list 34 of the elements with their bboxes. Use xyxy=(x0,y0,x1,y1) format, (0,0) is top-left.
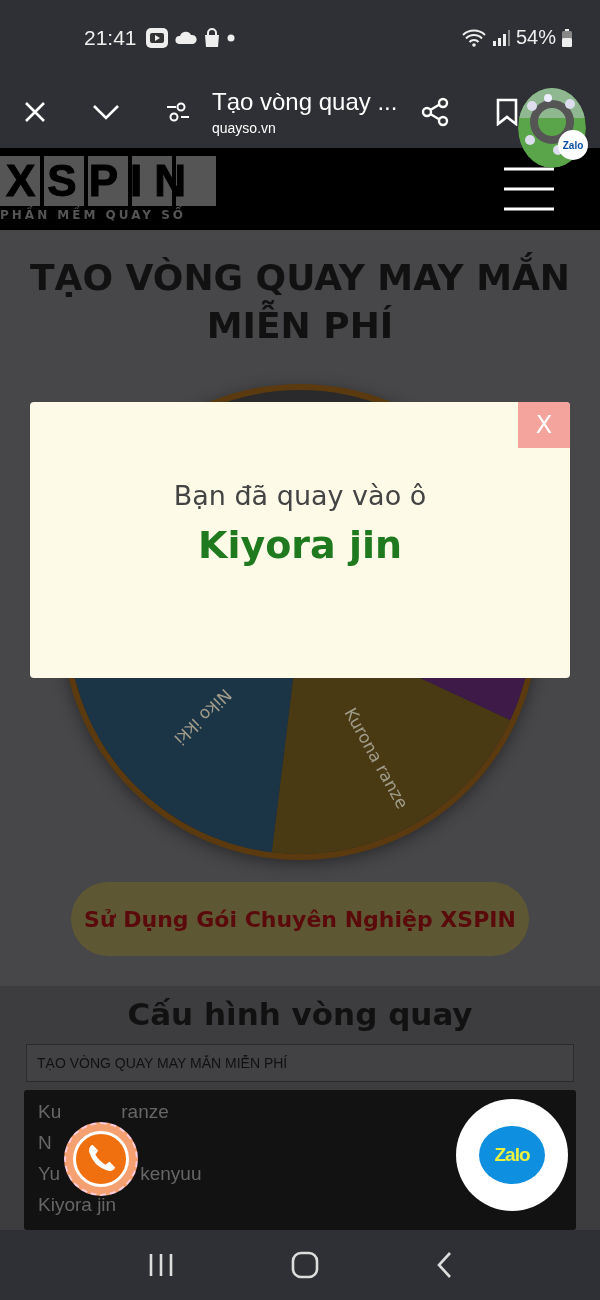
url-text: quayso.vn xyxy=(212,119,277,136)
signal-icon xyxy=(491,28,510,47)
back-icon[interactable] xyxy=(435,1251,452,1279)
share-icon[interactable] xyxy=(420,96,450,127)
home-icon[interactable] xyxy=(291,1251,319,1279)
battery-icon xyxy=(562,28,572,47)
settings-sliders-icon[interactable] xyxy=(166,100,190,123)
video-app-icon xyxy=(144,26,169,49)
entry-text: N xyxy=(38,1131,52,1155)
phone-icon xyxy=(73,1131,129,1187)
entry-text: Kiyora jin xyxy=(38,1193,117,1217)
entry-text: Ku xyxy=(38,1100,62,1124)
close-button[interactable]: X xyxy=(518,402,570,448)
chevron-down-icon[interactable] xyxy=(92,103,120,120)
entry-text: kenyuu xyxy=(140,1162,202,1186)
page-title-text: Tạo vòng quay ... xyxy=(212,87,399,116)
menu-icon[interactable] xyxy=(502,167,556,211)
recent-apps-icon[interactable] xyxy=(148,1253,175,1277)
bookmark-icon[interactable] xyxy=(496,97,518,126)
zalo-logo: Zalo xyxy=(479,1126,545,1184)
result-message: Bạn đã quay vào ô xyxy=(173,480,427,511)
wifi-icon xyxy=(461,28,486,47)
result-name: Kiyora jin xyxy=(197,523,403,567)
cloud-icon xyxy=(174,30,197,45)
entry-text: Yu xyxy=(38,1162,61,1186)
entry-text: ranze xyxy=(121,1100,169,1124)
status-time: 21:41 xyxy=(84,25,137,50)
page-heading: TẠO VÒNG QUAY MAY MẮN MIỄN PHÍ xyxy=(30,254,570,350)
close-icon[interactable] xyxy=(24,100,46,123)
logo-tagline: PHẦN MỀM QUAY SỐ xyxy=(0,208,188,222)
shopping-bag-icon xyxy=(202,27,221,48)
promo-button[interactable]: Sử Dụng Gói Chuyên Nghiệp XSPIN xyxy=(71,882,529,956)
battery-percentage: 54% xyxy=(515,26,556,49)
notification-dot-icon xyxy=(226,33,235,42)
